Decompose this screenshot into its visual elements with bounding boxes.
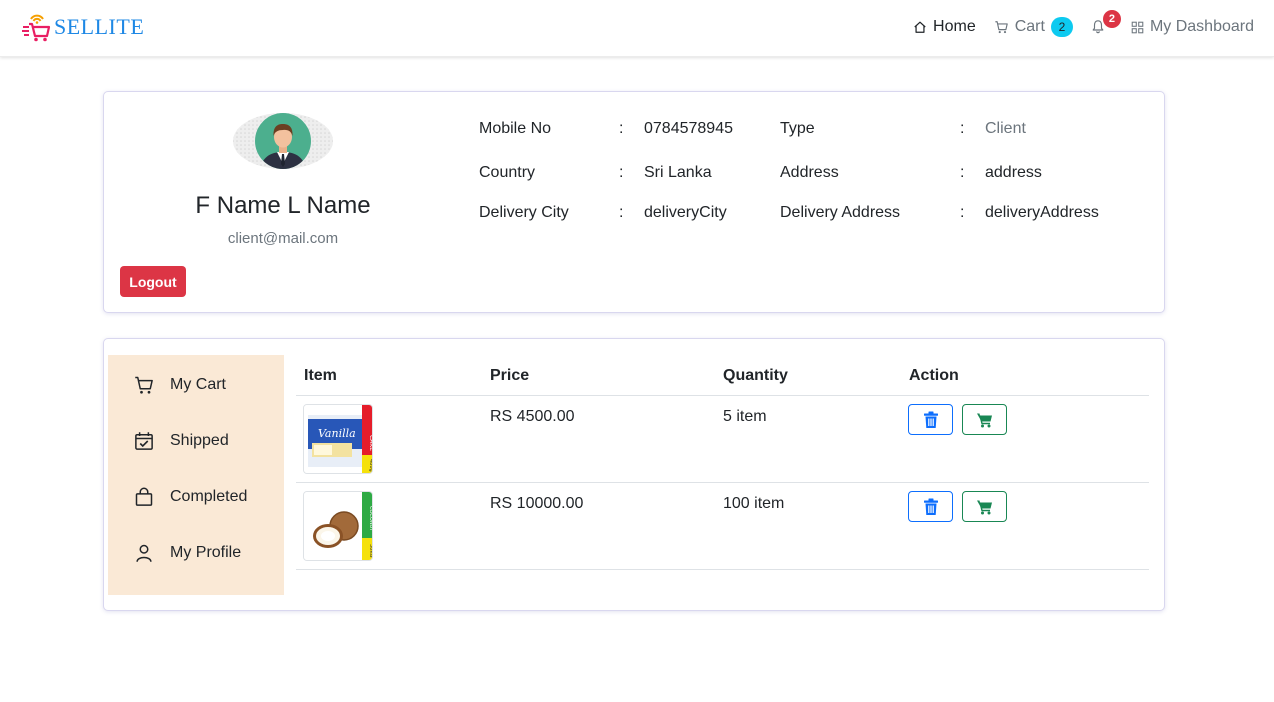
logout-button[interactable]: Logout <box>120 266 186 297</box>
type-separator: : <box>960 120 965 137</box>
country-value: Sri Lanka <box>644 164 712 181</box>
sidebar-item-label: Completed <box>170 488 248 505</box>
orders-card: My Cart Shipped Completed My Profile Ite… <box>103 338 1165 611</box>
mobile-label: Mobile No <box>479 120 552 137</box>
nav-home-link[interactable]: Home <box>913 18 976 36</box>
address-label: Address <box>780 164 839 181</box>
svg-text:CAKE: CAKE <box>368 435 373 451</box>
add-to-cart-button[interactable] <box>962 404 1007 435</box>
notifications-button[interactable]: 2 <box>1091 10 1121 40</box>
type-label: Type <box>780 120 815 137</box>
mobile-value: 0784578945 <box>644 120 733 137</box>
user-avatar-icon <box>233 113 333 169</box>
add-to-cart-button[interactable] <box>962 491 1007 522</box>
delivery-city-separator: : <box>619 204 624 221</box>
sidebar-item-label: My Profile <box>170 544 242 561</box>
house-icon <box>914 21 926 33</box>
nav-home-label: Home <box>933 18 976 35</box>
avatar <box>232 112 334 170</box>
vanilla-cake-product-image: Vanilla CAKE 480g <box>304 405 373 473</box>
table-row-divider <box>296 482 1149 483</box>
calendar-check-icon <box>135 432 153 450</box>
coconut-product-image: COCONUT 30KG <box>304 492 373 560</box>
svg-text:30KG: 30KG <box>368 544 373 558</box>
brand-logo[interactable]: SELLITE <box>22 12 144 42</box>
mobile-separator: : <box>619 120 624 137</box>
cart-icon <box>135 376 153 394</box>
user-full-name: F Name L Name <box>195 192 371 219</box>
cart-item-price: RS 4500.00 <box>490 408 575 425</box>
navbar: SELLITE Home Cart 2 2 My Dashboard <box>0 0 1274 57</box>
delivery-city-label: Delivery City <box>479 204 569 221</box>
account-sidebar: My Cart Shipped Completed My Profile <box>108 355 284 595</box>
cart-item-quantity: 100 item <box>723 495 785 512</box>
cart-fill-icon <box>977 413 992 427</box>
cart-count-badge: 2 <box>1050 17 1073 37</box>
sidebar-item-my-cart[interactable]: My Cart <box>134 375 226 395</box>
nav-cart-label: Cart <box>1014 18 1045 35</box>
type-value: Client <box>985 120 1026 137</box>
svg-text:COCONUT: COCONUT <box>368 506 373 532</box>
sidebar-item-my-profile[interactable]: My Profile <box>134 543 241 563</box>
col-header-action: Action <box>909 367 959 384</box>
delivery-address-separator: : <box>960 204 965 221</box>
nav-dashboard-link[interactable]: My Dashboard <box>1131 18 1254 36</box>
cart-item-image[interactable]: COCONUT 30KG <box>303 491 373 561</box>
sidebar-item-shipped[interactable]: Shipped <box>134 431 229 451</box>
country-label: Country <box>479 164 536 181</box>
grid-icon <box>1131 21 1144 33</box>
shopping-cart-logo-icon <box>22 14 51 42</box>
profile-card: F Name L Name client@mail.com Logout Mob… <box>103 91 1165 313</box>
delivery-address-value: deliveryAddress <box>985 204 1099 221</box>
table-header-divider <box>296 395 1149 396</box>
delete-item-button[interactable] <box>908 404 953 435</box>
col-header-quantity: Quantity <box>723 367 788 384</box>
col-header-item: Item <box>304 367 337 384</box>
delivery-address-label: Delivery Address <box>780 204 901 221</box>
nav-dashboard-label: My Dashboard <box>1149 18 1254 35</box>
nav-links: Home Cart 2 2 My Dashboard <box>895 10 1254 40</box>
address-separator: : <box>960 164 965 181</box>
notification-count-badge: 2 <box>1102 10 1121 28</box>
trash-icon <box>923 411 938 428</box>
nav-cart-link[interactable]: Cart 2 <box>994 17 1073 37</box>
brand-name: SELLITE <box>54 14 145 39</box>
trash-icon <box>923 498 938 515</box>
person-icon <box>136 544 152 562</box>
bag-icon <box>135 487 153 506</box>
address-value: address <box>985 164 1042 181</box>
cart-fill-icon <box>977 500 992 514</box>
sidebar-item-label: My Cart <box>170 376 226 393</box>
cart-item-price: RS 10000.00 <box>490 495 584 512</box>
delete-item-button[interactable] <box>908 491 953 522</box>
country-separator: : <box>619 164 624 181</box>
cart-icon <box>995 21 1008 34</box>
sidebar-item-completed[interactable]: Completed <box>134 487 247 507</box>
cart-item-image[interactable]: Vanilla CAKE 480g <box>303 404 373 474</box>
col-header-price: Price <box>490 367 530 384</box>
svg-text:Vanilla: Vanilla <box>318 427 356 440</box>
svg-text:480g: 480g <box>368 459 373 472</box>
sidebar-item-label: Shipped <box>170 432 229 449</box>
user-email: client@mail.com <box>227 230 339 247</box>
table-row-divider <box>296 569 1149 570</box>
cart-item-quantity: 5 item <box>723 408 767 425</box>
delivery-city-value: deliveryCity <box>644 204 727 221</box>
